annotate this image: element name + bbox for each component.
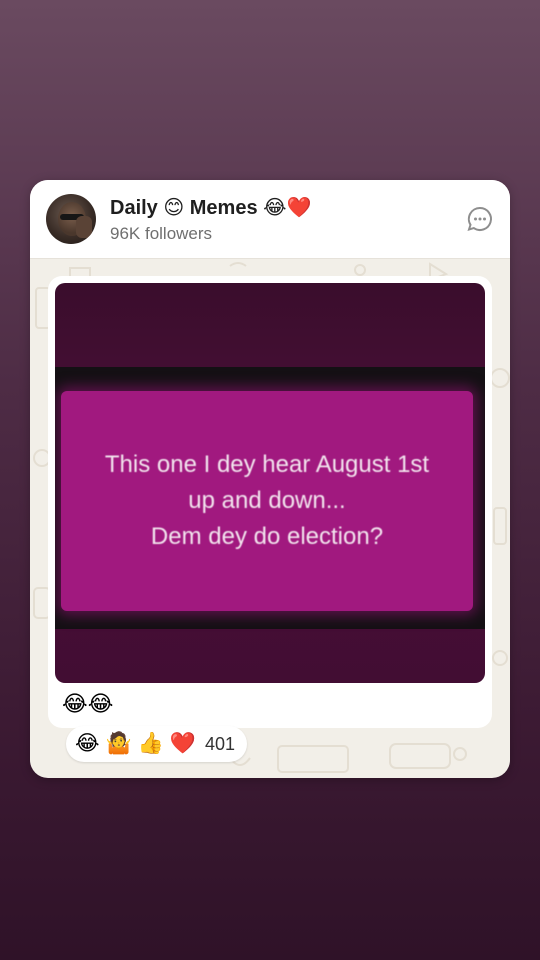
reactions-bar[interactable]: 😂 🤷 👍 ❤️ 401: [66, 726, 248, 762]
chat-bubble-icon[interactable]: [466, 205, 494, 233]
channel-name[interactable]: Daily 😊 Memes 😂❤️: [110, 194, 311, 222]
channel-avatar[interactable]: [46, 194, 96, 244]
reaction-count: 401: [205, 733, 236, 754]
follower-count: 96K followers: [110, 224, 213, 243]
reaction-laugh-icon: 😂: [75, 732, 100, 755]
channel-post-card: Daily 😊 Memes 😂❤️ 96K followers This one…: [30, 180, 510, 778]
reaction-thumbs-up-icon: 👍: [137, 732, 164, 755]
meme-text: This one I dey hear August 1st up and do…: [104, 451, 430, 550]
post-caption: 😂😂: [62, 691, 114, 716]
avatar-hand: [76, 216, 92, 238]
reaction-heart-icon: ❤️: [169, 732, 197, 755]
message-bubble[interactable]: This one I dey hear August 1st up and do…: [48, 276, 492, 728]
meme-text-panel: This one I dey hear August 1st up and do…: [61, 391, 473, 611]
reaction-shrug-icon: 🤷: [105, 732, 132, 755]
channel-header[interactable]: Daily 😊 Memes 😂❤️ 96K followers: [30, 180, 510, 259]
meme-image[interactable]: This one I dey hear August 1st up and do…: [55, 283, 485, 683]
